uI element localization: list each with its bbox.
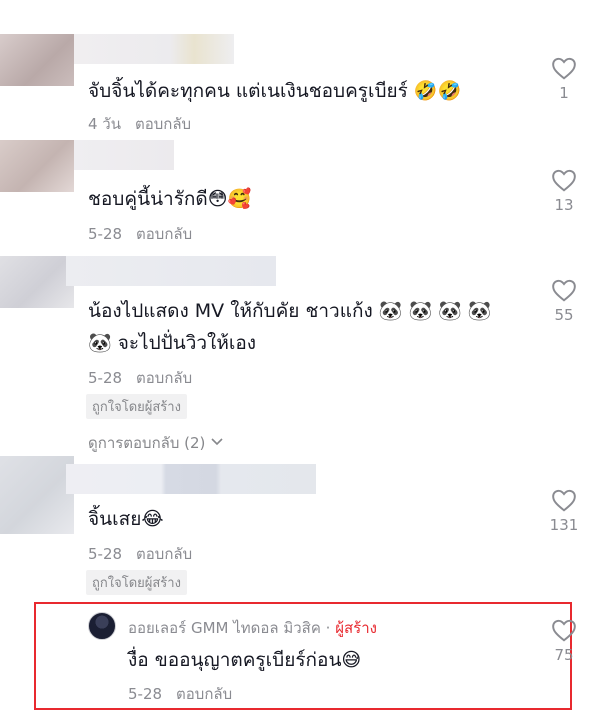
- like-button[interactable]: 1: [542, 56, 586, 102]
- comment-meta: 5-28 ตอบกลับ: [88, 542, 192, 566]
- comment-time: 5-28: [88, 369, 123, 387]
- username-blurred[interactable]: [74, 34, 234, 64]
- reply-button[interactable]: ตอบกลับ: [136, 545, 192, 563]
- comment-meta: 5-28 ตอบกลับ: [88, 366, 192, 390]
- heart-outline-icon: [552, 489, 576, 512]
- reply-button[interactable]: ตอบกลับ: [176, 685, 232, 703]
- like-count: 131: [549, 516, 579, 534]
- creator-name: ออยเลอร์ GMM ไทดอล มิวสิค: [128, 619, 321, 637]
- like-button[interactable]: 13: [542, 168, 586, 214]
- like-count: 75: [554, 646, 574, 664]
- comment-time: 4 วัน: [88, 115, 121, 133]
- avatar[interactable]: [0, 34, 74, 86]
- username-blurred[interactable]: [66, 256, 276, 286]
- avatar[interactable]: [0, 140, 74, 192]
- creator-avatar[interactable]: [88, 612, 116, 640]
- comment-text: ชอบคู่นี้น่ารักดี😳🥰: [88, 188, 252, 210]
- reply-button[interactable]: ตอบกลับ: [136, 369, 192, 387]
- reply-button[interactable]: ตอบกลับ: [136, 225, 192, 243]
- creator-label: ผู้สร้าง: [335, 619, 377, 637]
- username-blurred[interactable]: [74, 140, 174, 170]
- reply-button[interactable]: ตอบกลับ: [135, 115, 191, 133]
- comment-text-line1: น้องไปแสดง MV ให้กับคัย ชาวแก้ง 🐼 🐼 🐼 🐼: [88, 300, 492, 322]
- like-count: 55: [554, 306, 574, 324]
- avatar[interactable]: [0, 256, 74, 308]
- liked-by-creator-badge: ถูกใจโดยผู้สร้าง: [86, 570, 187, 595]
- heart-outline-icon: [552, 619, 576, 642]
- avatar[interactable]: [0, 456, 74, 534]
- like-button[interactable]: 55: [542, 278, 586, 324]
- like-button[interactable]: 131: [542, 488, 586, 534]
- comment-meta: 5-28 ตอบกลับ: [88, 222, 192, 246]
- comment-meta: 4 วัน ตอบกลับ: [88, 112, 191, 136]
- comment-time: 5-28: [88, 545, 123, 563]
- like-count: 13: [554, 196, 574, 214]
- liked-by-creator-badge: ถูกใจโดยผู้สร้าง: [86, 394, 187, 419]
- creator-name-row[interactable]: ออยเลอร์ GMM ไทดอล มิวสิค · ผู้สร้าง: [128, 616, 377, 640]
- comment-text: จับจิ้นได้คะทุกคน แต่เนเงินชอบครูเบียร์ …: [88, 80, 462, 102]
- reply-text: งื่อ ขออนุญาตครูเบียร์ก่อน😅: [128, 649, 362, 671]
- like-count: 1: [559, 84, 569, 102]
- chevron-down-icon: [211, 438, 223, 446]
- like-button[interactable]: 75: [542, 618, 586, 664]
- heart-outline-icon: [552, 279, 576, 302]
- reply-meta: 5-28 ตอบกลับ: [128, 682, 232, 706]
- username-blurred[interactable]: [66, 464, 316, 494]
- reply-time: 5-28: [128, 685, 163, 703]
- comment-text: จิ้นเสย😂: [88, 508, 164, 530]
- comment-time: 5-28: [88, 225, 123, 243]
- comment-text-line2: 🐼 จะไปปั่นวิวให้เอง: [88, 332, 257, 354]
- view-replies-link[interactable]: ดูการตอบกลับ (2): [88, 431, 224, 455]
- view-replies-label: ดูการตอบกลับ (2): [88, 434, 206, 452]
- heart-outline-icon: [552, 57, 576, 80]
- name-separator: ·: [320, 619, 336, 637]
- heart-outline-icon: [552, 169, 576, 192]
